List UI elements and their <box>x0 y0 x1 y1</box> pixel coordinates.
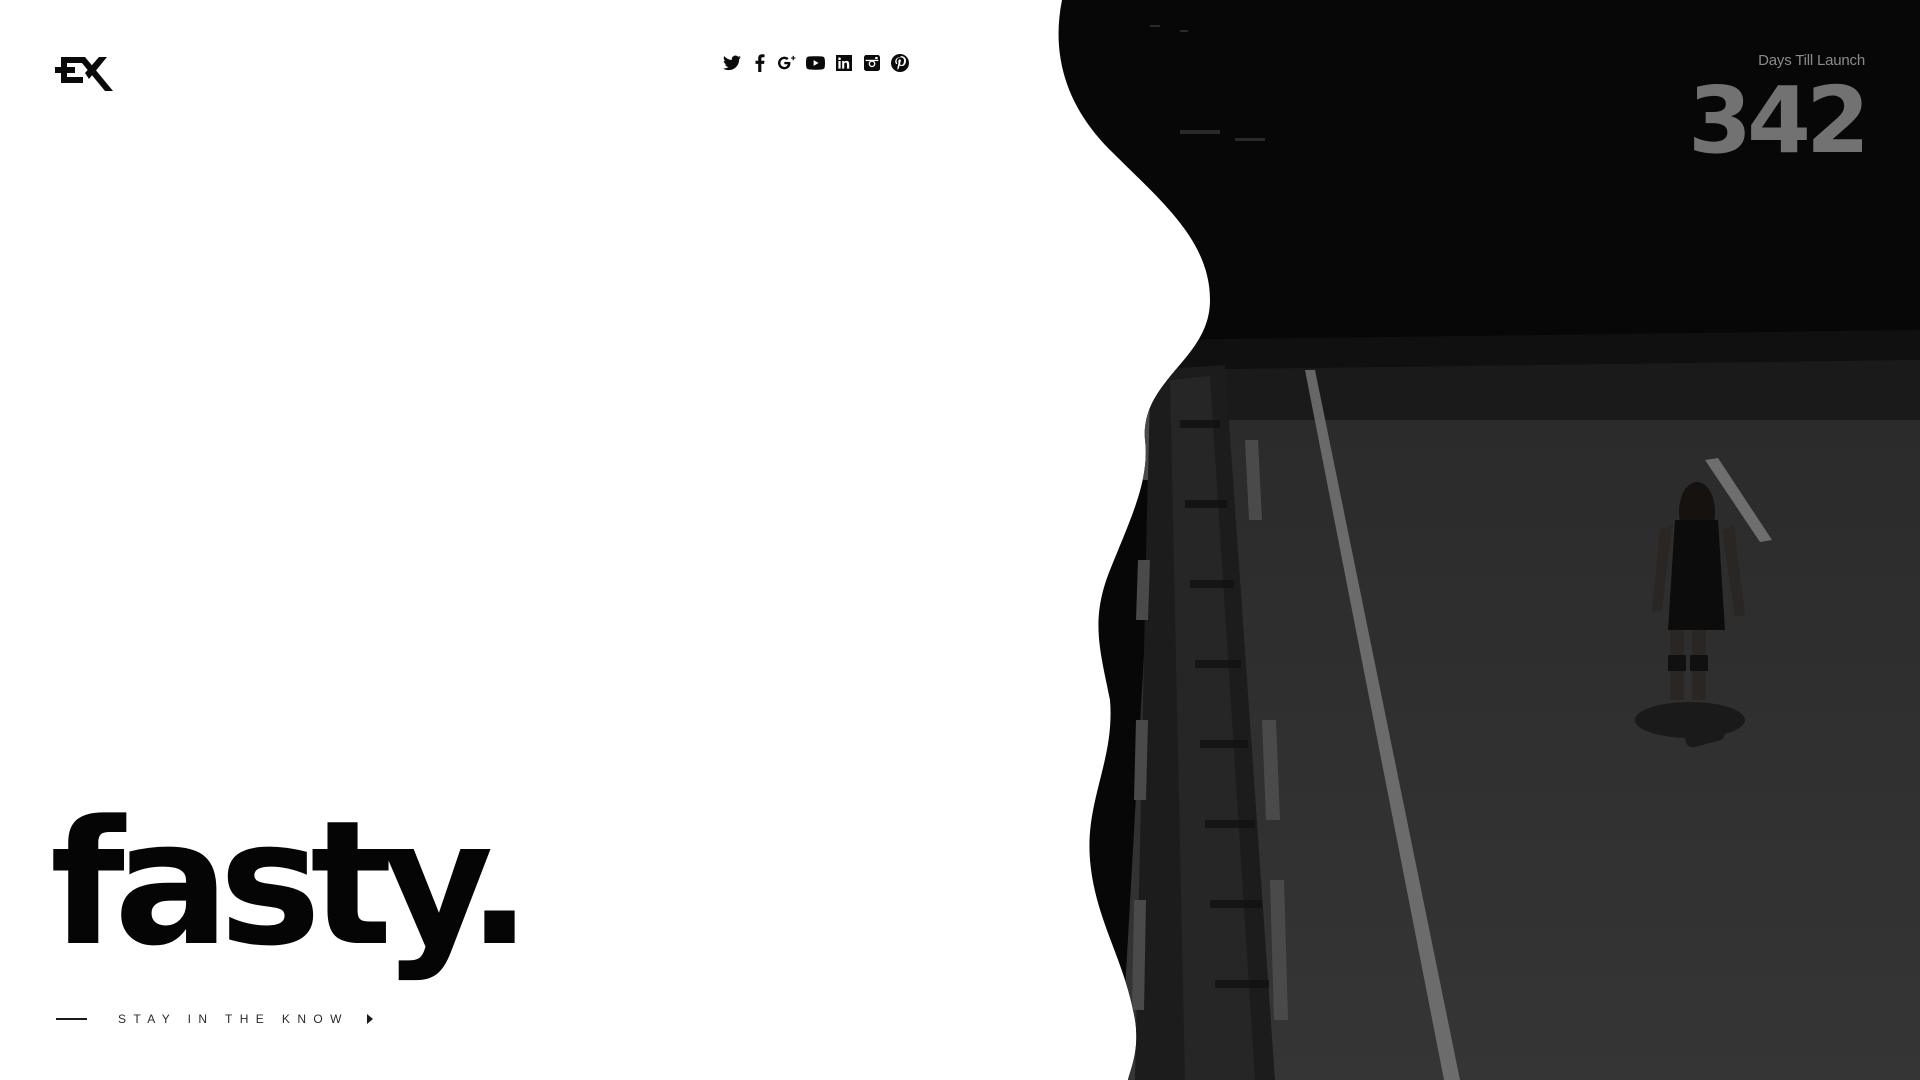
social-links <box>722 53 909 72</box>
youtube-icon[interactable] <box>806 53 825 72</box>
countdown-value: 342 <box>1687 67 1870 174</box>
instagram-icon[interactable] <box>862 53 881 72</box>
hero-title: fasty. <box>50 783 532 984</box>
google-plus-icon[interactable] <box>778 53 797 72</box>
landing-page: Days Till Launch 342 fasty. STAY IN THE … <box>0 0 1920 1080</box>
divider-line <box>56 1018 87 1020</box>
play-arrow-icon <box>366 1014 373 1024</box>
linkedin-icon[interactable] <box>834 53 853 72</box>
stay-in-the-know-label: STAY IN THE KNOW <box>118 1012 349 1026</box>
pinterest-icon[interactable] <box>890 53 909 72</box>
launch-countdown: Days Till Launch 342 <box>1687 52 1870 174</box>
logo-icon[interactable] <box>55 53 115 91</box>
twitter-icon[interactable] <box>722 53 741 72</box>
stay-in-the-know-link[interactable]: STAY IN THE KNOW <box>56 1012 373 1026</box>
facebook-icon[interactable] <box>750 53 769 72</box>
